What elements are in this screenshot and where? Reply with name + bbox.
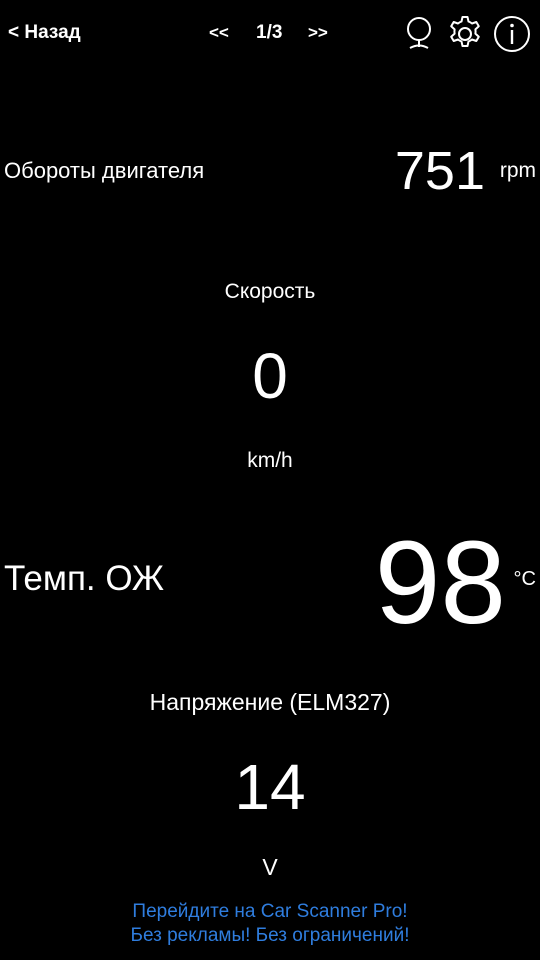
previous-page-button[interactable]: <<	[209, 20, 229, 46]
rpm-unit: rpm	[499, 159, 536, 182]
top-bar: < Назад << 1/3 >>	[0, 0, 540, 68]
rpm-value: 751	[394, 141, 485, 201]
info-icon[interactable]	[492, 14, 532, 54]
speed-label: Скорость	[224, 280, 316, 303]
next-page-button[interactable]: >>	[308, 20, 328, 46]
page-indicator: 1/3	[256, 22, 283, 43]
back-button[interactable]: < Назад	[8, 20, 81, 46]
gear-icon[interactable]	[445, 14, 485, 54]
voltage-unit: V	[262, 854, 278, 880]
promo-line-1: Перейдите на Car Scanner Pro!	[132, 901, 408, 922]
coolant-temp-unit: °C	[513, 568, 536, 590]
speed-unit: km/h	[247, 449, 293, 472]
coolant-temp-value: 98	[374, 517, 506, 649]
upgrade-promo-link[interactable]: Перейдите на Car Scanner Pro! Без реклам…	[0, 900, 540, 948]
rpm-label: Обороты двигателя	[4, 158, 205, 183]
microphone-icon[interactable]	[399, 14, 439, 54]
voltage-value: 14	[234, 751, 306, 823]
voltage-label: Напряжение (ELM327)	[149, 689, 391, 715]
coolant-temp-label: Темп. ОЖ	[4, 559, 165, 598]
promo-line-2: Без рекламы! Без ограничений!	[130, 925, 410, 946]
speed-value: 0	[252, 340, 288, 412]
